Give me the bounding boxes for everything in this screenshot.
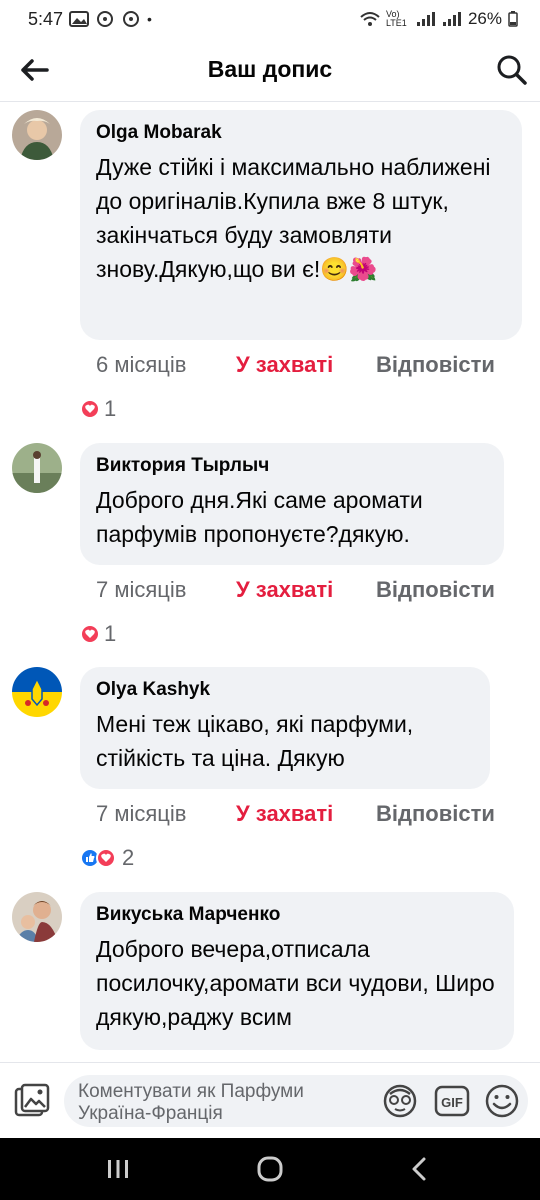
reaction-count: 1 <box>104 396 117 421</box>
heart-icon <box>96 848 116 868</box>
comment-composer: Коментувати як Парфуми Україна-Франція G… <box>0 1062 540 1138</box>
avatar-image <box>12 443 62 493</box>
comment-input[interactable]: Коментувати як Парфуми Україна-Франція G… <box>64 1075 528 1127</box>
comment-author[interactable]: Olga Mobarak <box>96 122 506 144</box>
avatar[interactable] <box>12 443 62 493</box>
avatar[interactable] <box>12 892 62 942</box>
recent-apps-icon[interactable] <box>104 1156 132 1182</box>
system-nav-bar <box>0 1138 540 1200</box>
page-title: Ваш допис <box>207 56 333 82</box>
reaction-summary[interactable]: 1 <box>80 621 116 647</box>
comment-time[interactable]: 7 місяців <box>96 801 236 827</box>
wifi-icon <box>360 12 380 26</box>
reaction-button[interactable]: У захваті <box>236 352 376 378</box>
status-time: 5:47 <box>28 8 64 29</box>
image-icon <box>14 1083 50 1117</box>
avatar[interactable] <box>12 667 62 717</box>
avatar-sticker-icon <box>383 1084 417 1118</box>
avatar-image <box>12 110 62 160</box>
header: Ваш допис <box>0 38 540 102</box>
comment-bubble[interactable]: Olya Kashyk Мені теж цікаво, які парфуми… <box>80 667 490 789</box>
reply-button[interactable]: Відповісти <box>376 577 495 603</box>
gif-icon: GIF <box>434 1085 470 1117</box>
reaction-count: 2 <box>122 845 135 870</box>
photo-attach-button[interactable] <box>12 1081 52 1121</box>
comment-text: Мені теж цікаво, які парфуми, стійкість … <box>96 711 414 771</box>
comment-author[interactable]: Виктория Тырлыч <box>96 455 488 477</box>
emoji-button[interactable] <box>484 1083 520 1119</box>
comment-text: Доброго вечера,отписала посилочку,аромат… <box>96 936 495 1030</box>
signal-icon <box>416 12 435 26</box>
reply-button[interactable]: Відповісти <box>376 352 495 378</box>
comment-actions: 7 місяців У захваті Відповісти <box>96 577 495 603</box>
reaction-summary[interactable]: 2 <box>80 845 134 871</box>
signal-icon-2 <box>442 12 461 26</box>
comment-actions: 7 місяців У захваті Відповісти <box>96 801 495 827</box>
back-button[interactable] <box>16 52 52 88</box>
comment-text: Доброго дня.Які саме аромати парфумів пр… <box>96 487 423 547</box>
arrow-left-icon <box>21 59 49 81</box>
search-icon <box>497 55 527 85</box>
comment-author[interactable]: Викуська Марченко <box>96 904 498 926</box>
reaction-summary[interactable]: 1 <box>80 396 116 422</box>
reply-button[interactable]: Відповісти <box>376 801 495 827</box>
avatar[interactable] <box>12 110 62 160</box>
battery-percent: 26% <box>467 9 502 28</box>
status-bar: 5:47 • Vo) LTE1 26% <box>0 0 540 38</box>
viber-icon <box>97 11 114 27</box>
status-left: 5:47 • <box>28 9 152 30</box>
comment-bubble[interactable]: Olga Mobarak Дуже стійкі і максимально н… <box>80 110 522 340</box>
back-nav-icon[interactable] <box>406 1156 434 1182</box>
heart-icon <box>80 399 100 419</box>
comment-input-placeholder: Коментувати як Парфуми Україна-Франція <box>78 1081 304 1124</box>
gallery-icon <box>69 11 90 27</box>
comment-text: Дуже стійкі і максимально наближені до о… <box>96 154 491 282</box>
notification-dot: • <box>147 11 152 27</box>
reaction-button[interactable]: У захваті <box>236 801 376 827</box>
smiley-icon <box>485 1084 519 1118</box>
comment-time[interactable]: 7 місяців <box>96 577 236 603</box>
svg-text:GIF: GIF <box>441 1095 463 1110</box>
comment-author[interactable]: Olya Kashyk <box>96 679 474 701</box>
battery-icon <box>508 11 518 27</box>
avatar-image <box>12 892 62 942</box>
heart-icon <box>80 624 100 644</box>
comment-actions: 6 місяців У захваті Відповісти <box>96 352 495 378</box>
comment-bubble[interactable]: Викуська Марченко Доброго вечера,отписал… <box>80 892 514 1050</box>
avatar-sticker-button[interactable] <box>382 1083 418 1119</box>
home-icon[interactable] <box>256 1156 284 1182</box>
comment-time[interactable]: 6 місяців <box>96 352 236 378</box>
network-label: Vo) LTE1 <box>385 9 407 28</box>
reaction-button[interactable]: У захваті <box>236 577 376 603</box>
reaction-count: 1 <box>104 621 117 646</box>
search-button[interactable] <box>494 52 530 88</box>
comment-bubble[interactable]: Виктория Тырлыч Доброго дня.Які саме аро… <box>80 443 504 565</box>
gif-button[interactable]: GIF <box>434 1083 470 1119</box>
status-right: Vo) LTE1 26% <box>360 9 518 29</box>
avatar-image <box>12 667 62 717</box>
viber-icon-2 <box>123 11 140 27</box>
